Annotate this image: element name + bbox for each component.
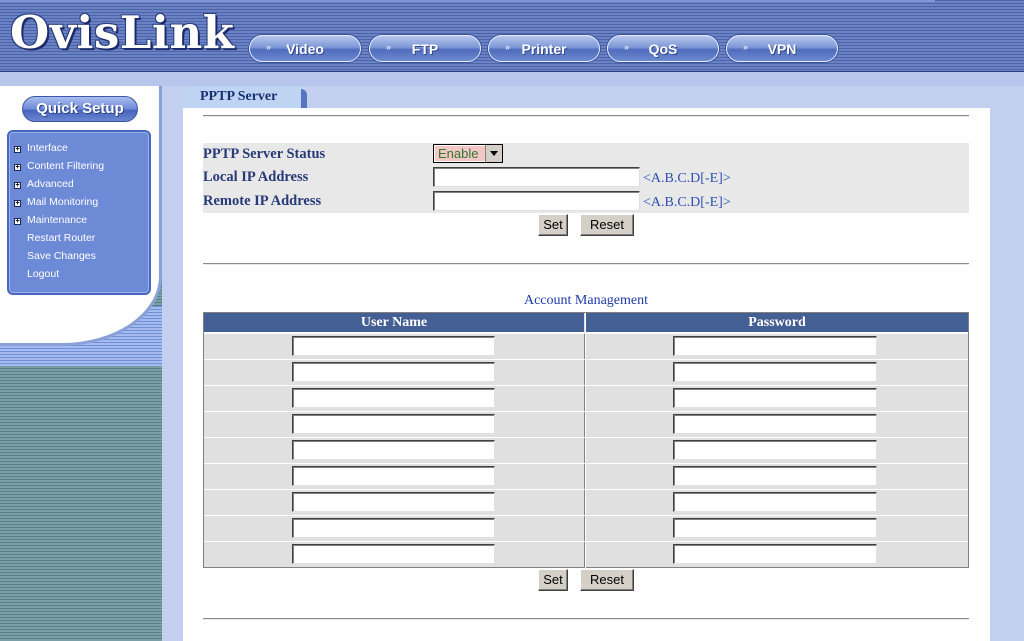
remote-ip-hint: <A.B.C.D[-E]> [643,195,731,210]
username-input[interactable] [292,362,495,382]
sidebar-item-content-filtering[interactable]: + Content Filtering [14,160,104,178]
sidebar-item-label: Interface [27,142,68,154]
nav-printer-label: Printer [521,41,567,57]
table-row [204,437,968,464]
password-input[interactable] [673,466,877,486]
expand-plus-icon: + [14,218,21,225]
header-strip [0,72,1024,86]
nav-ftp-button[interactable]: » FTP [369,35,481,62]
sidebar-item-maintenance[interactable]: + Maintenance [14,214,87,232]
account-reset-button[interactable]: Reset [580,569,634,591]
password-input[interactable] [673,414,877,434]
password-input[interactable] [673,440,877,460]
sidebar-item-label: Advanced [27,178,74,190]
status-select-value: Enable [435,146,486,161]
table-row [204,463,968,490]
table-row [204,411,968,438]
tab-edge [301,89,307,108]
password-input[interactable] [673,492,877,512]
nav-printer-button[interactable]: » Printer [488,35,600,62]
sidebar-item-mail-monitoring[interactable]: + Mail Monitoring [14,196,98,214]
column-header-user-name: User Name [204,313,584,333]
local-ip-label: Local IP Address [203,169,309,185]
sidebar-item-restart-router[interactable]: Restart Router [14,232,95,250]
divider [203,263,969,265]
local-ip-input[interactable] [433,167,640,187]
sidebar-item-label: Maintenance [27,214,88,226]
password-input[interactable] [673,544,877,564]
expand-plus-icon: + [14,200,21,207]
sidebar: Quick Setup + Interface + Content Filterin… [0,86,162,641]
sidebar-item-save-changes[interactable]: Save Changes [14,250,96,268]
password-input[interactable] [673,336,877,356]
table-row [204,489,968,516]
local-ip-hint: <A.B.C.D[-E]> [643,171,731,186]
reset-button[interactable]: Reset [580,214,634,236]
password-input[interactable] [673,362,877,382]
header-top-line [0,0,935,2]
set-button[interactable]: Set [538,214,568,236]
table-row [204,541,968,568]
logo: OvisLink [10,6,235,59]
expand-plus-icon: + [14,146,21,153]
nav-qos-button[interactable]: » QoS [607,35,719,62]
sidebar-item-logout[interactable]: Logout [14,268,59,286]
table-row [204,385,968,412]
status-label: PPTP Server Status [203,146,326,162]
header-bar: OvisLink » Video » FTP » Printer » QoS »… [0,0,1024,72]
expand-plus-icon: + [14,182,21,189]
sidebar-item-label: Content Filtering [27,160,105,172]
username-input[interactable] [292,466,495,486]
sidebar-menu: + Interface + Content Filtering + Advanced … [7,130,151,295]
password-input[interactable] [673,388,877,408]
remote-ip-input[interactable] [433,191,640,211]
sidebar-item-label: Save Changes [27,250,96,262]
table-row [204,359,968,386]
sidebar-item-label: Restart Router [27,232,96,244]
nav-vpn-label: VPN [767,41,797,57]
sidebar-item-interface[interactable]: + Interface [14,142,68,160]
quick-setup-button[interactable]: Quick Setup [22,96,138,122]
username-input[interactable] [292,492,495,512]
password-input[interactable] [673,518,877,538]
divider [203,115,969,117]
table-row [204,333,968,360]
username-input[interactable] [292,388,495,408]
divider [203,618,969,620]
sidebar-item-advanced[interactable]: + Advanced [14,178,74,196]
account-set-button[interactable]: Set [538,569,568,591]
tab-pptp-server[interactable]: PPTP Server [184,86,307,108]
nav-ftp-label: FTP [411,41,439,57]
username-input[interactable] [292,414,495,434]
username-input[interactable] [292,518,495,538]
status-select[interactable]: Enable [433,144,503,163]
account-management-title: Account Management [523,293,648,308]
sidebar-item-label: Mail Monitoring [27,196,99,208]
nav-vpn-button[interactable]: » VPN [726,35,838,62]
expand-plus-icon: + [14,164,21,171]
nav-video-button[interactable]: » Video [249,35,361,62]
table-row [204,515,968,542]
tab-label: PPTP Server [200,89,278,104]
username-input[interactable] [292,544,495,564]
remote-ip-label: Remote IP Address [203,193,322,209]
username-input[interactable] [292,336,495,356]
sidebar-panel: Quick Setup + Interface + Content Filterin… [0,86,162,346]
column-header-password: Password [585,313,968,333]
sidebar-item-label: Logout [27,268,60,280]
account-table: User Name Password [203,312,969,568]
nav-video-label: Video [286,41,324,57]
nav-qos-label: QoS [648,41,678,57]
username-input[interactable] [292,440,495,460]
chevron-down-icon[interactable] [485,145,502,162]
